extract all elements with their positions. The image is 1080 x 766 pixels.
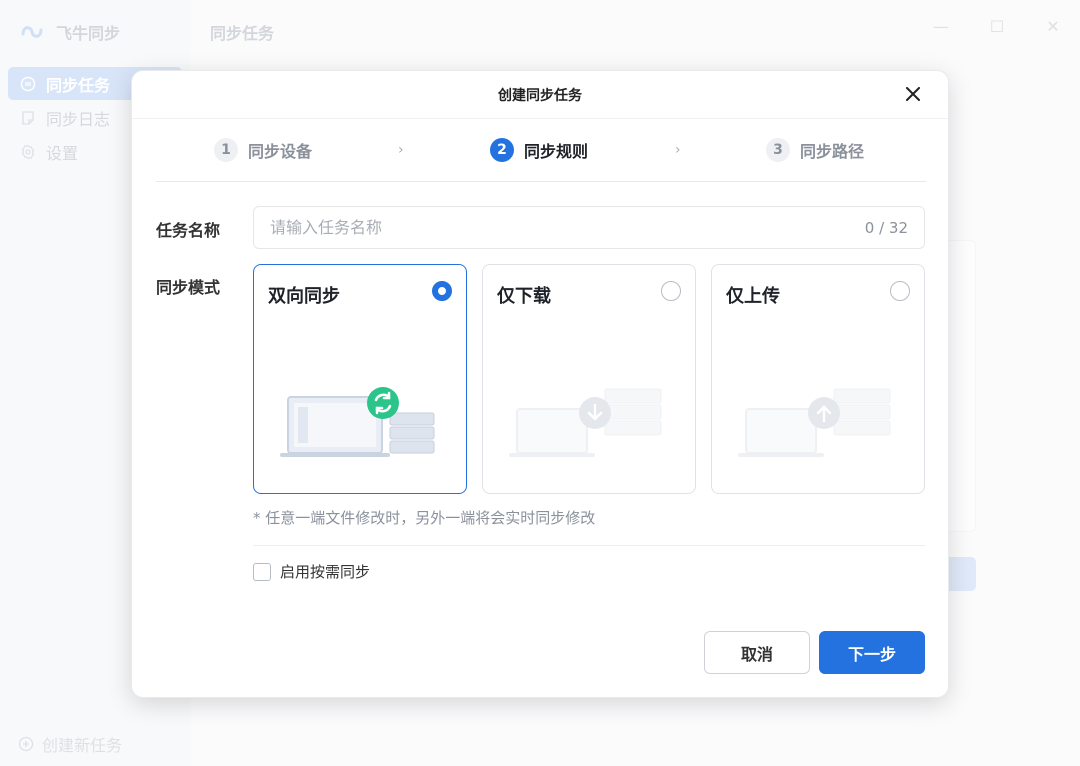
next-step-button[interactable]: 下一步 (819, 631, 925, 674)
on-demand-sync-checkbox[interactable] (253, 562, 271, 581)
download-only-illustration (509, 388, 662, 457)
chevron-right-icon: › (398, 142, 404, 158)
mode-title: 双向同步 (268, 286, 340, 307)
cancel-button[interactable]: 取消 (704, 631, 810, 674)
task-name-input[interactable] (270, 218, 865, 237)
step-number: 2 (490, 138, 514, 162)
stepper: 1 同步设备 › 2 同步规则 › 3 同步路径 (156, 123, 926, 182)
sync-mode-option-upload[interactable]: 仅上传 (711, 264, 925, 494)
chevron-right-icon: › (675, 142, 681, 158)
create-sync-task-dialog: 创建同步任务 1 同步设备 › 2 同步规则 › 3 同步路径 任务名称 0 /… (131, 70, 949, 698)
step-label: 同步设备 (248, 142, 313, 161)
two-way-sync-illustration (280, 387, 435, 457)
close-icon (906, 87, 920, 101)
step-number: 1 (214, 138, 238, 162)
step-label: 同步路径 (800, 142, 865, 161)
on-demand-sync-checkbox-row[interactable]: 启用按需同步 (253, 561, 370, 582)
upload-only-illustration (738, 388, 891, 457)
task-name-label: 任务名称 (156, 221, 221, 240)
mode-radio[interactable] (890, 281, 910, 301)
mode-radio[interactable] (661, 281, 681, 301)
sync-mode-option-two-way[interactable]: 双向同步 (253, 264, 467, 494)
on-demand-sync-label: 启用按需同步 (280, 563, 371, 581)
step-2: 2 同步规则 (490, 138, 588, 162)
mode-title: 仅下载 (497, 286, 551, 307)
step-number: 3 (766, 138, 790, 162)
dialog-close-button[interactable] (902, 83, 924, 105)
sync-mode-hint: * 任意一端文件修改时，另外一端将会实时同步修改 (253, 509, 596, 527)
divider (253, 545, 925, 546)
step-3: 3 同步路径 (766, 138, 864, 162)
step-label: 同步规则 (524, 142, 589, 161)
sync-mode-option-download[interactable]: 仅下载 (482, 264, 696, 494)
sync-mode-label: 同步模式 (156, 278, 221, 297)
mode-radio[interactable] (432, 281, 452, 301)
char-counter: 0 / 32 (864, 218, 908, 237)
mode-title: 仅上传 (726, 286, 780, 307)
step-1: 1 同步设备 (214, 138, 312, 162)
dialog-title: 创建同步任务 (498, 87, 582, 104)
task-name-field[interactable]: 0 / 32 (253, 206, 925, 249)
dialog-header: 创建同步任务 (132, 71, 948, 119)
